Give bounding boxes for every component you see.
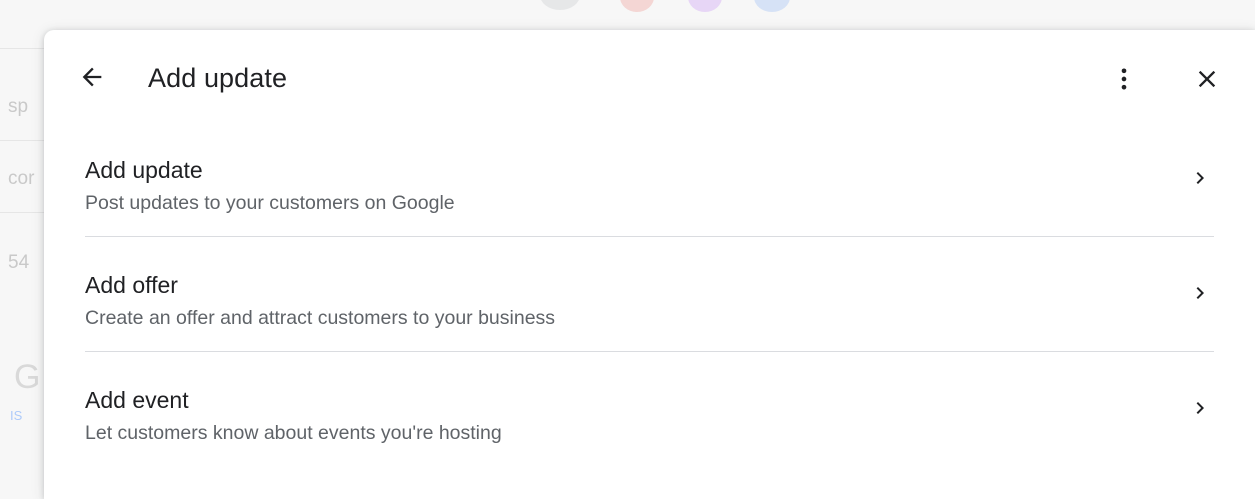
more-options-button[interactable] xyxy=(1104,59,1144,99)
background-link: IS xyxy=(10,408,23,423)
option-description: Let customers know about events you're h… xyxy=(85,422,502,444)
background-decoration xyxy=(688,0,722,12)
option-add-offer[interactable]: Add offer Create an offer and attract cu… xyxy=(85,237,1214,352)
option-title: Add offer xyxy=(85,272,178,298)
option-add-event[interactable]: Add event Let customers know about event… xyxy=(85,352,1214,466)
option-description: Post updates to your customers on Google xyxy=(85,192,455,214)
background-text: 54 xyxy=(8,252,30,273)
close-button[interactable] xyxy=(1187,59,1227,99)
back-button[interactable] xyxy=(72,57,112,97)
background-logo: G xyxy=(14,358,41,396)
close-icon xyxy=(1198,70,1216,88)
background-divider xyxy=(0,212,44,213)
add-update-dialog: Add update Add update Post updates to yo… xyxy=(44,30,1255,499)
chevron-right-icon xyxy=(1196,172,1204,184)
option-title: Add update xyxy=(85,157,203,183)
background-decoration xyxy=(540,0,580,10)
chevron-right-icon xyxy=(1196,402,1204,414)
arrow-back-icon xyxy=(82,67,102,87)
background-decoration xyxy=(620,0,654,12)
background-text: sp xyxy=(8,96,29,117)
option-title: Add event xyxy=(85,387,189,413)
background-decoration xyxy=(754,0,790,12)
dialog-header: Add update xyxy=(44,30,1255,122)
option-add-update[interactable]: Add update Post updates to your customer… xyxy=(85,122,1214,237)
more-vert-icon xyxy=(1121,68,1127,90)
option-description: Create an offer and attract customers to… xyxy=(85,307,556,329)
background-divider xyxy=(0,48,44,49)
chevron-right-icon xyxy=(1196,287,1204,299)
background-text: cor xyxy=(8,168,35,189)
update-type-list: Add update Post updates to your customer… xyxy=(85,122,1214,466)
dialog-title: Add update xyxy=(148,63,288,93)
background-divider xyxy=(0,140,44,141)
